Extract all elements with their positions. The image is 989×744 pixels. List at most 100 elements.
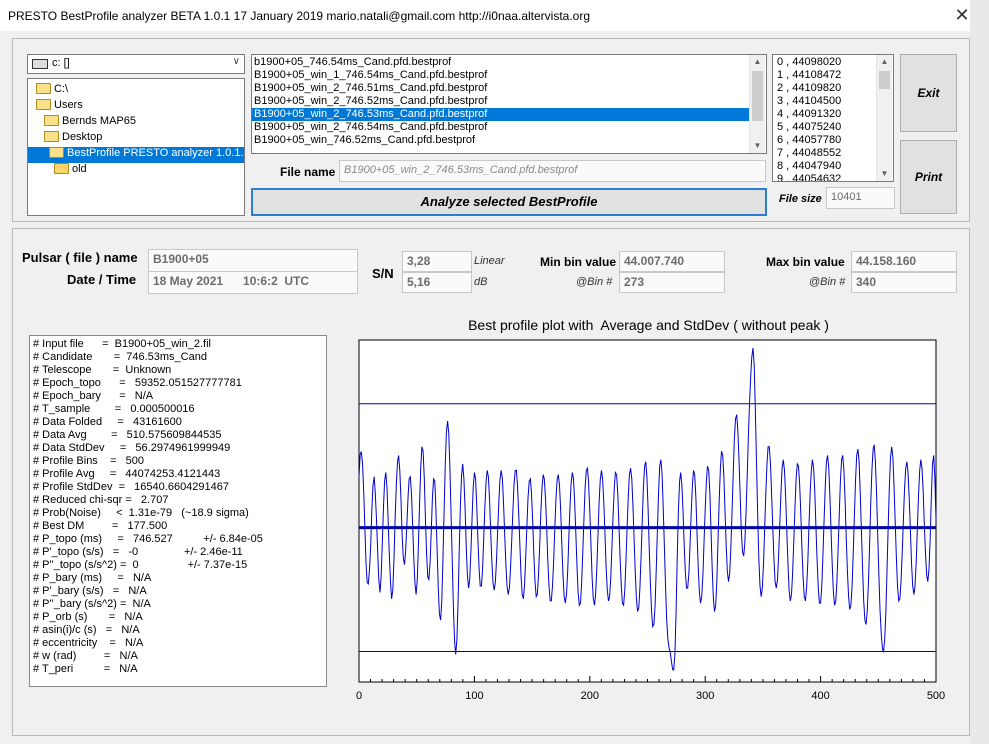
file-list-scrollbar[interactable]: ▲ ▼ <box>749 55 765 153</box>
x-tick-label: 300 <box>696 690 714 702</box>
folder-open-icon <box>49 146 64 158</box>
file-item-selected[interactable]: B1900+05_win_2_746.53ms_Cand.pfd.bestpro… <box>252 108 749 121</box>
bin-item[interactable]: 0 , 44098020 <box>775 56 875 69</box>
folder-tree[interactable]: C:\ Users Bernds MAP65 Desktop BestProfi… <box>27 78 245 216</box>
folder-item-root[interactable]: C:\ <box>36 82 68 95</box>
chart-title: Best profile plot with Average and StdDe… <box>468 317 829 333</box>
drive-icon <box>32 59 48 69</box>
sn-linear-field[interactable]: 3,28 <box>402 251 472 272</box>
min-bin-at-label: @Bin # <box>576 276 613 288</box>
datetime-field[interactable]: 18 May 2021 10:6:2 UTC <box>148 271 358 294</box>
sn-linear-label: Linear <box>474 255 505 267</box>
max-bin-at-label: @Bin # <box>809 276 846 288</box>
drive-select[interactable]: c: [] ∨ <box>27 54 245 74</box>
info-line: # Telescope = Unknown <box>33 364 172 376</box>
info-line: # w (rad) = N/A <box>33 650 138 662</box>
file-item[interactable]: B1900+05_win_746.52ms_Cand.pfd.bestprof <box>252 134 749 147</box>
sn-db-field[interactable]: 5,16 <box>402 272 472 293</box>
scroll-up-icon[interactable]: ▲ <box>877 55 892 69</box>
pulsar-name-label: Pulsar ( file ) name <box>22 250 138 265</box>
info-line: # T_sample = 0.000500016 <box>33 403 195 415</box>
info-line: # Epoch_topo = 59352.051527777781 <box>33 377 242 389</box>
print-button[interactable]: Print <box>900 140 957 214</box>
info-line: # P'_bary (s/s) = N/A <box>33 585 147 597</box>
folder-closed-icon <box>54 162 69 174</box>
analyze-button[interactable]: Analyze selected BestProfile <box>251 188 767 216</box>
bestprof-info-box[interactable]: # Input file = B1900+05_win_2.fil # Cand… <box>29 335 327 687</box>
info-line: # P_topo (ms) = 746.527 +/- 6.84e-05 <box>33 533 263 545</box>
folder-item-desktop[interactable]: Desktop <box>44 130 102 143</box>
folder-item-bestprofile[interactable]: BestProfile PRESTO analyzer 1.0.1.e <box>28 146 244 163</box>
folder-open-icon <box>36 98 51 110</box>
plot-area <box>358 339 937 683</box>
file-name-field[interactable]: B1900+05_win_2_746.53ms_Cand.pfd.bestpro… <box>339 160 766 182</box>
folder-open-icon <box>44 114 59 126</box>
info-line: # Epoch_bary = N/A <box>33 390 154 402</box>
bin-item[interactable]: 2 , 44109820 <box>775 82 875 95</box>
sn-label: S/N <box>372 266 394 281</box>
bins-list-scrollbar[interactable]: ▲ ▼ <box>876 55 892 181</box>
file-item[interactable]: B1900+05_win_2_746.52ms_Cand.pfd.bestpro… <box>252 95 749 108</box>
bin-item[interactable]: 5 , 44075240 <box>775 121 875 134</box>
folder-item-old[interactable]: old <box>54 162 87 175</box>
info-line: # Data Avg = 510.575609844535 <box>33 429 222 441</box>
min-bin-field[interactable]: 44.007.740 <box>619 251 725 272</box>
file-item[interactable]: B1900+05_win_2_746.51ms_Cand.pfd.bestpro… <box>252 82 749 95</box>
folder-open-icon <box>36 82 51 94</box>
bins-list[interactable]: 0 , 44098020 1 , 44108472 2 , 44109820 3… <box>772 54 894 182</box>
bin-item[interactable]: 6 , 44057780 <box>775 134 875 147</box>
file-list[interactable]: b1900+05_746.54ms_Cand.pfd.bestprof B190… <box>251 54 767 154</box>
file-item[interactable]: B1900+05_win_1_746.54ms_Cand.pfd.bestpro… <box>252 69 749 82</box>
folder-item-users[interactable]: Users <box>36 98 83 111</box>
main-window: PRESTO BestProfile analyzer BETA 1.0.1 1… <box>0 0 971 744</box>
bin-item[interactable]: 4 , 44091320 <box>775 108 875 121</box>
exit-button[interactable]: Exit <box>900 54 957 132</box>
info-line: # asin(i)/c (s) = N/A <box>33 624 140 636</box>
scroll-thumb[interactable] <box>879 71 890 89</box>
info-line: # eccentricity = N/A <box>33 637 144 649</box>
bin-item[interactable]: 9 , 44054632 <box>775 173 875 181</box>
sn-db-label: dB <box>474 276 488 288</box>
folder-item-bernds[interactable]: Bernds MAP65 <box>44 114 136 127</box>
datetime-label: Date / Time <box>67 272 137 287</box>
info-line: # Data Folded = 43161600 <box>33 416 182 428</box>
chevron-down-icon[interactable]: ∨ <box>233 56 240 67</box>
info-line: # P'_topo (s/s) = -0 +/- 2.46e-11 <box>33 546 243 558</box>
file-item[interactable]: B1900+05_win_2_746.54ms_Cand.pfd.bestpro… <box>252 121 749 134</box>
info-line: # Best DM = 177.500 <box>33 520 168 532</box>
info-line: # P_bary (ms) = N/A <box>33 572 152 584</box>
info-line: # Input file = B1900+05_win_2.fil <box>33 338 211 350</box>
file-item[interactable]: b1900+05_746.54ms_Cand.pfd.bestprof <box>252 56 749 69</box>
scroll-up-icon[interactable]: ▲ <box>750 55 765 69</box>
background-window <box>970 0 989 744</box>
profile-plot: 0 100 200 300 400 500 <box>356 339 945 702</box>
scroll-thumb[interactable] <box>752 71 763 121</box>
bin-item[interactable]: 7 , 44048552 <box>775 147 875 160</box>
file-name-label: File name <box>280 165 336 179</box>
min-bin-index-field[interactable]: 273 <box>619 272 725 293</box>
info-line: # T_peri = N/A <box>33 663 138 675</box>
scroll-down-icon[interactable]: ▼ <box>877 167 892 181</box>
file-size-field[interactable]: 10401 <box>826 187 895 209</box>
x-tick-label: 0 <box>356 690 362 702</box>
window-title: PRESTO BestProfile analyzer BETA 1.0.1 1… <box>8 9 591 23</box>
info-line: # P''_topo (s/s^2) = 0 +/- 7.37e-15 <box>33 559 248 571</box>
info-line: # Reduced chi-sqr = 2.707 <box>33 494 169 506</box>
max-bin-field[interactable]: 44.158.160 <box>851 251 957 272</box>
x-tick-label: 100 <box>465 690 483 702</box>
max-bin-label: Max bin value <box>766 255 845 269</box>
close-icon[interactable]: ✕ <box>952 6 972 26</box>
drive-value: c: [] <box>52 57 70 69</box>
x-tick-label: 400 <box>811 690 829 702</box>
info-line: # P_orb (s) = N/A <box>33 611 143 623</box>
bin-item[interactable]: 8 , 44047940 <box>775 160 875 173</box>
x-tick-label: 500 <box>927 690 945 702</box>
pulsar-name-field[interactable]: B1900+05 <box>148 249 358 272</box>
info-line: # Data StdDev = 56.2974961999949 <box>33 442 231 454</box>
max-bin-index-field[interactable]: 340 <box>851 272 957 293</box>
file-size-label: File size <box>779 193 822 205</box>
info-line: # Profile Avg = 44074253.4121443 <box>33 468 221 480</box>
scroll-down-icon[interactable]: ▼ <box>750 139 765 153</box>
bin-item[interactable]: 1 , 44108472 <box>775 69 875 82</box>
bin-item[interactable]: 3 , 44104500 <box>775 95 875 108</box>
